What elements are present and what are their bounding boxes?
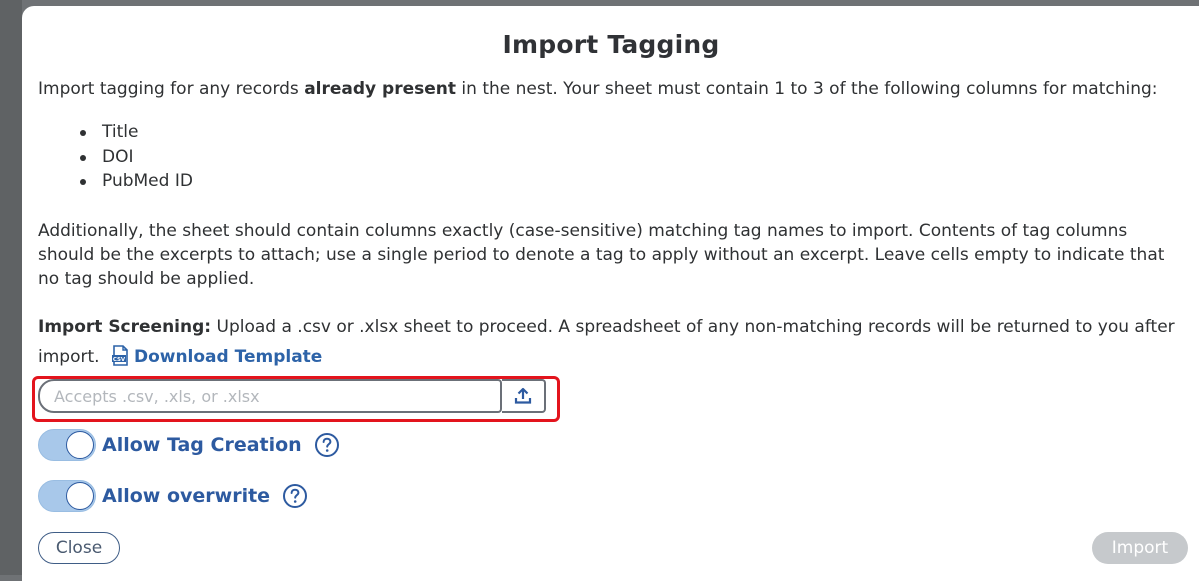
question-circle-icon[interactable] bbox=[314, 432, 340, 458]
toggle-knob bbox=[66, 431, 94, 459]
allow-overwrite-toggle[interactable] bbox=[38, 480, 96, 512]
file-input-container bbox=[38, 379, 502, 413]
allow-tag-creation-label: Allow Tag Creation bbox=[102, 434, 302, 456]
import-button[interactable]: Import bbox=[1092, 532, 1188, 564]
question-circle-icon[interactable] bbox=[282, 483, 308, 509]
matching-columns-list: Title DOI PubMed ID bbox=[80, 120, 193, 194]
allow-tag-creation-row: Allow Tag Creation bbox=[38, 429, 340, 461]
modal-title: Import Tagging bbox=[502, 30, 720, 59]
page-backdrop bbox=[0, 0, 22, 575]
allow-tag-creation-toggle[interactable] bbox=[38, 429, 96, 461]
list-item: Title bbox=[80, 120, 193, 145]
close-button[interactable]: Close bbox=[38, 532, 120, 564]
import-tagging-modal: Import Tagging Import tagging for any re… bbox=[22, 6, 1199, 581]
list-item: DOI bbox=[80, 145, 193, 170]
download-template-link[interactable]: CSV Download Template bbox=[105, 345, 323, 367]
allow-overwrite-row: Allow overwrite bbox=[38, 480, 308, 512]
intro-emphasis: already present bbox=[304, 79, 457, 99]
intro-text: Import tagging for any records already p… bbox=[38, 78, 1158, 100]
import-screening-text: Import Screening: Upload a .csv or .xlsx… bbox=[38, 312, 1188, 372]
upload-button[interactable] bbox=[502, 379, 546, 413]
intro-suffix: in the nest. Your sheet must contain 1 t… bbox=[456, 79, 1158, 99]
list-item: PubMed ID bbox=[80, 169, 193, 194]
allow-overwrite-label: Allow overwrite bbox=[102, 485, 271, 507]
download-template-label: Download Template bbox=[133, 347, 323, 367]
csv-file-icon: CSV bbox=[111, 345, 128, 366]
intro-prefix: Import tagging for any records bbox=[38, 79, 305, 99]
additional-instructions: Additionally, the sheet should contain c… bbox=[38, 221, 1165, 289]
upload-icon bbox=[514, 387, 532, 404]
file-input[interactable] bbox=[40, 381, 500, 411]
toggle-knob bbox=[66, 482, 94, 510]
svg-text:CSV: CSV bbox=[113, 357, 126, 363]
import-screening-label: Import Screening: bbox=[38, 317, 212, 337]
